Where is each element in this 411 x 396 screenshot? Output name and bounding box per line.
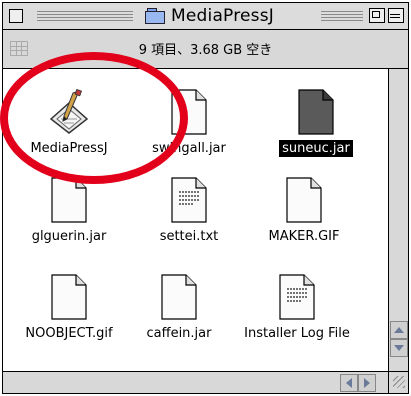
- file-item-label: glguerin.jar: [31, 229, 107, 244]
- file-item-label: settei.txt: [159, 229, 219, 244]
- file-item-maker[interactable]: MAKER.GIF: [241, 177, 367, 245]
- file-item-suneuc[interactable]: suneuc.jar: [253, 89, 379, 157]
- document-icon: [51, 177, 87, 223]
- red-highlight-circle: [0, 52, 188, 184]
- horizontal-scrollbar[interactable]: [3, 371, 388, 393]
- title-bar[interactable]: MediaPressJ: [3, 3, 408, 30]
- scroll-right-arrow-icon[interactable]: [358, 374, 376, 392]
- document-icon: [298, 89, 334, 135]
- window-title: MediaPressJ: [139, 5, 281, 27]
- file-item-label: caffein.jar: [146, 326, 212, 341]
- folder-icon: [145, 8, 165, 24]
- file-item-label: MAKER.GIF: [268, 229, 340, 244]
- scroll-up-arrow-icon[interactable]: [390, 321, 408, 339]
- document-icon: [286, 177, 322, 223]
- scroll-down-arrow-icon[interactable]: [390, 339, 408, 357]
- file-item-glguerin[interactable]: glguerin.jar: [6, 177, 132, 245]
- file-item-label: suneuc.jar: [279, 140, 353, 157]
- zoom-box-button[interactable]: [369, 8, 385, 23]
- text-document-icon: [171, 177, 207, 223]
- file-item-noobject[interactable]: NOOBJECT.gif: [6, 274, 132, 342]
- vertical-scrollbar[interactable]: [388, 69, 408, 371]
- document-icon: [161, 274, 197, 320]
- title-bar-stripes: [321, 10, 363, 22]
- resize-grip-icon[interactable]: [388, 371, 408, 393]
- file-item-label: NOOBJECT.gif: [25, 326, 113, 341]
- file-item-settei[interactable]: settei.txt: [126, 177, 252, 245]
- close-box-button[interactable]: [9, 9, 23, 23]
- file-item-caffein[interactable]: caffein.jar: [116, 274, 242, 342]
- file-item-label: Installer Log File: [244, 326, 350, 341]
- document-icon: [51, 274, 87, 320]
- collapse-box-button[interactable]: [388, 8, 404, 23]
- text-document-icon: [279, 274, 315, 320]
- title-bar-stripes: [37, 10, 133, 22]
- file-item-installer-log[interactable]: Installer Log File: [227, 274, 367, 342]
- scroll-left-arrow-icon[interactable]: [340, 374, 358, 392]
- window-title-text: MediaPressJ: [171, 6, 275, 26]
